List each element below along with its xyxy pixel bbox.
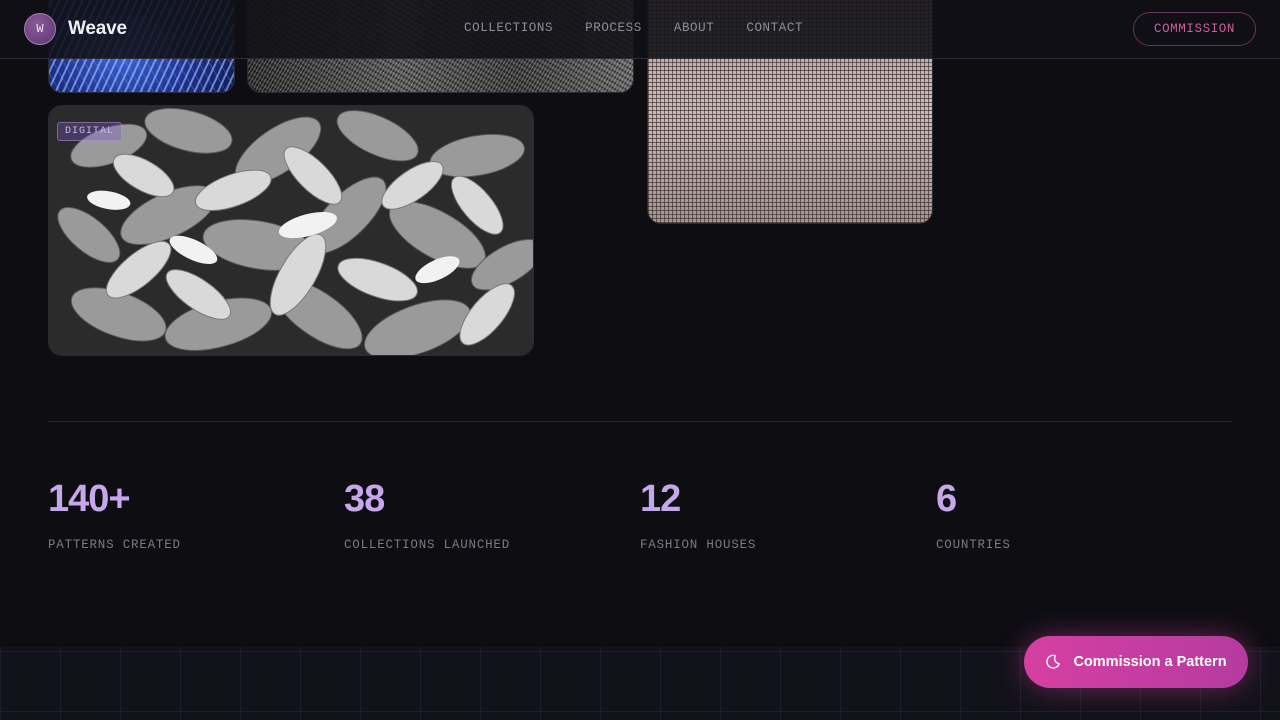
main-nav: COLLECTIONS PROCESS ABOUT CONTACT bbox=[464, 21, 803, 35]
nav-link-process[interactable]: PROCESS bbox=[585, 21, 642, 35]
stat-patterns: 140+ PATTERNS CREATED bbox=[48, 476, 344, 552]
stat-collections: 38 COLLECTIONS LAUNCHED bbox=[344, 476, 640, 552]
gallery-tile-succulent[interactable]: DIGITAL bbox=[48, 105, 534, 356]
stat-value: 140+ bbox=[48, 478, 131, 520]
brand[interactable]: W Weave bbox=[24, 13, 127, 45]
stat-countries: 6 COUNTRIES bbox=[936, 476, 1232, 552]
stat-label: COUNTRIES bbox=[936, 538, 1011, 552]
succulent-image bbox=[49, 106, 533, 355]
site-header: W Weave COLLECTIONS PROCESS ABOUT CONTAC… bbox=[0, 0, 1280, 59]
stats-section: 140+ PATTERNS CREATED 38 COLLECTIONS LAU… bbox=[48, 476, 1232, 552]
nav-link-contact[interactable]: CONTACT bbox=[746, 21, 803, 35]
logo-mark: W bbox=[24, 13, 56, 45]
stat-value: 12 bbox=[640, 478, 681, 520]
stat-label: FASHION HOUSES bbox=[640, 538, 757, 552]
section-divider bbox=[48, 421, 1232, 422]
moon-icon bbox=[1046, 654, 1061, 669]
fab-label: Commission a Pattern bbox=[1073, 654, 1227, 670]
tile-category-tag: DIGITAL bbox=[57, 122, 123, 141]
stat-value: 38 bbox=[344, 478, 385, 520]
stat-fashion-houses: 12 FASHION HOUSES bbox=[640, 476, 936, 552]
stat-label: PATTERNS CREATED bbox=[48, 538, 181, 552]
commission-button[interactable]: COMMISSION bbox=[1132, 12, 1256, 46]
stat-label: COLLECTIONS LAUNCHED bbox=[344, 538, 511, 552]
nav-link-collections[interactable]: COLLECTIONS bbox=[464, 21, 553, 35]
stat-value: 6 bbox=[936, 478, 957, 520]
commission-pattern-button[interactable]: Commission a Pattern bbox=[1024, 636, 1248, 688]
page: DIGITAL W Weave COLLECTIONS PROCESS ABOU… bbox=[0, 0, 1280, 720]
brand-name: Weave bbox=[68, 18, 127, 39]
nav-link-about[interactable]: ABOUT bbox=[674, 21, 715, 35]
